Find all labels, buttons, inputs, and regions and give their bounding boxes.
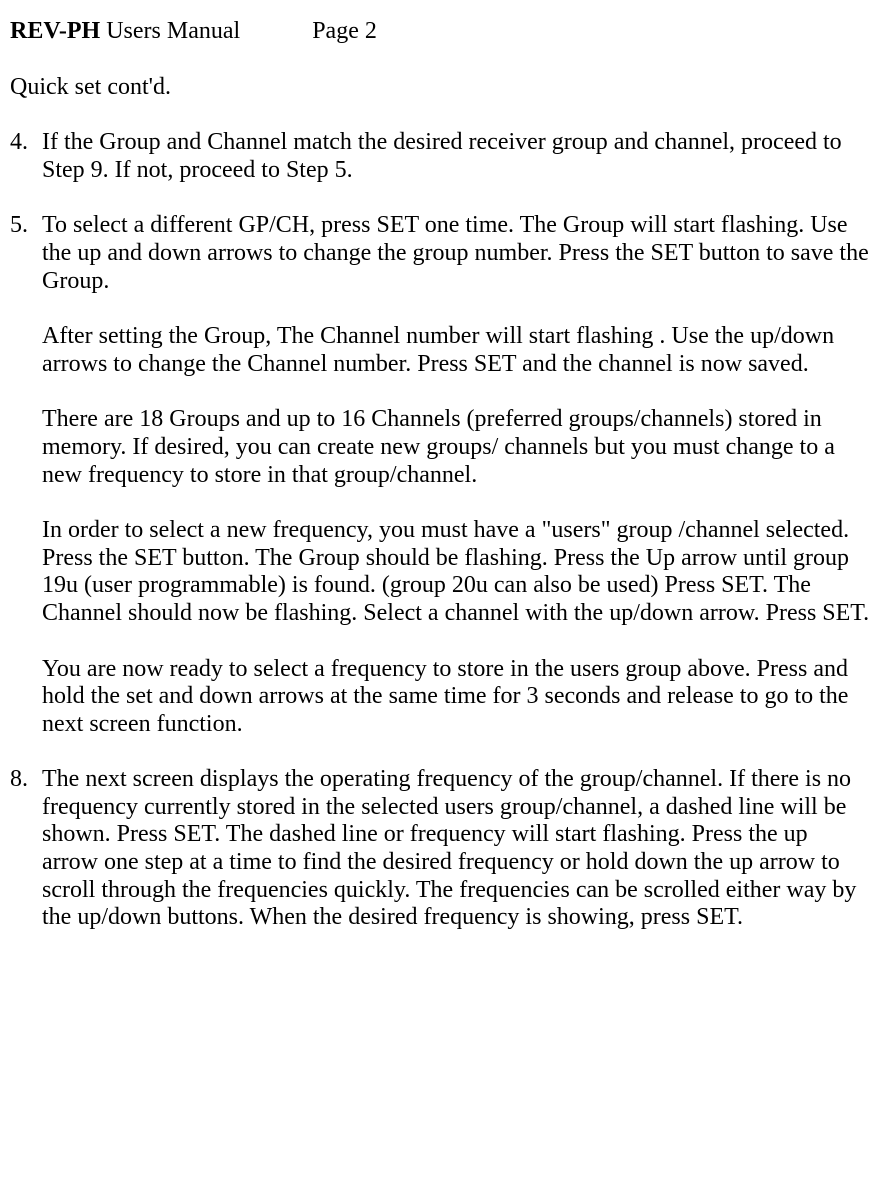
section-title: Quick set cont'd. <box>10 74 873 102</box>
step-4-text: If the Group and Channel match the desir… <box>42 129 869 184</box>
title-bold: REV-PH <box>10 18 100 44</box>
step-8-number: 8. <box>10 766 42 794</box>
step-5-p3: There are 18 Groups and up to 16 Channel… <box>10 406 873 489</box>
step-5-p5: You are now ready to select a frequency … <box>10 656 873 739</box>
step-5-p2: After setting the Group, The Channel num… <box>10 323 873 378</box>
page-header: REV-PH Users Manual Page 2 <box>10 18 873 46</box>
step-4: 4.If the Group and Channel match the des… <box>10 129 873 184</box>
step-5-p4: In order to select a new frequency, you … <box>10 517 873 627</box>
step-8: 8.The next screen displays the operating… <box>10 766 873 932</box>
step-5-p1: To select a different GP/CH, press SET o… <box>42 212 869 295</box>
step-8-text: The next screen displays the operating f… <box>42 766 869 932</box>
step-5-number: 5. <box>10 212 42 240</box>
step-5: 5.To select a different GP/CH, press SET… <box>10 212 873 738</box>
page-label: Page 2 <box>312 18 377 44</box>
title-rest: Users Manual <box>100 18 240 44</box>
step-4-number: 4. <box>10 129 42 157</box>
